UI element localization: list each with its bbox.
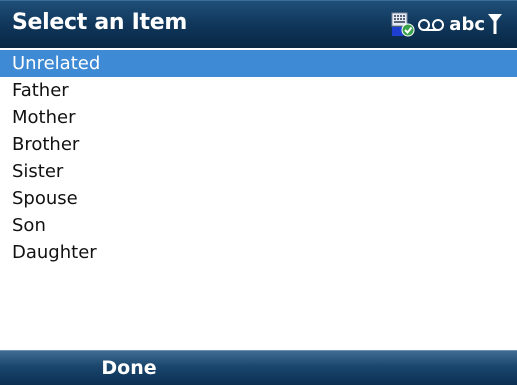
list-item-brother[interactable]: Brother	[0, 131, 517, 158]
list-item-sister[interactable]: Sister	[0, 158, 517, 185]
status-icons: abc	[391, 7, 503, 41]
title-bar: Select an Item abc	[0, 0, 517, 48]
list-item-daughter[interactable]: Daughter	[0, 239, 517, 266]
page-title: Select an Item	[12, 10, 187, 35]
keyboard-icon[interactable]	[391, 11, 415, 37]
voicemail-icon	[417, 17, 445, 31]
list-item-son[interactable]: Son	[0, 212, 517, 239]
list-item-father[interactable]: Father	[0, 77, 517, 104]
done-softkey[interactable]: Done	[0, 351, 258, 385]
input-mode-indicator: abc	[449, 13, 485, 35]
screen: Select an Item abc Unrelated Father Moth…	[0, 0, 517, 385]
item-list: Unrelated Father Mother Brother Sister S…	[0, 50, 517, 266]
softkey-bar: Done	[0, 350, 517, 385]
list-item-mother[interactable]: Mother	[0, 104, 517, 131]
signal-icon	[487, 12, 503, 36]
list-item-unrelated[interactable]: Unrelated	[0, 50, 517, 77]
list-item-spouse[interactable]: Spouse	[0, 185, 517, 212]
